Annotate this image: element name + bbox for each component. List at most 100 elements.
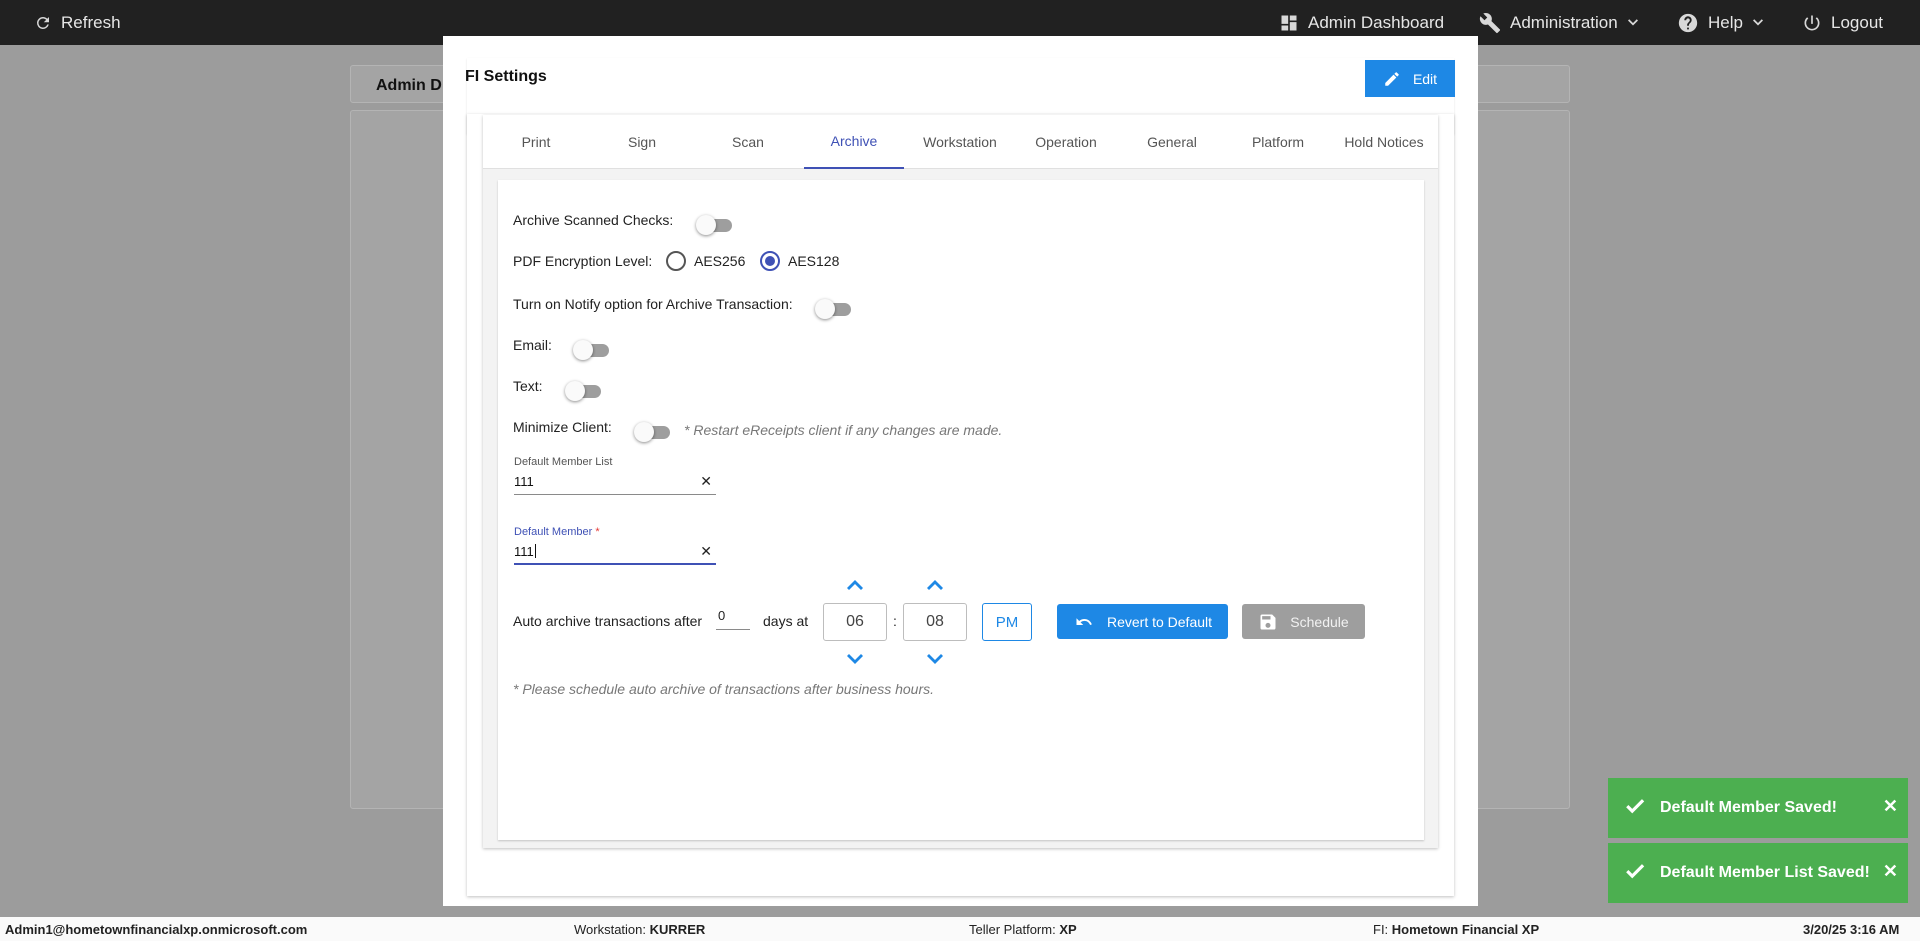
tab-hold-notices[interactable]: Hold Notices [1334, 115, 1434, 169]
hour-increment-button[interactable] [846, 578, 864, 590]
tab-print[interactable]: Print [486, 115, 586, 169]
refresh-button[interactable]: Refresh [34, 0, 121, 45]
status-bar: Admin1@hometownfinancialxp.onmicrosoft.c… [0, 917, 1920, 941]
tab-archive[interactable]: Archive [804, 115, 904, 169]
minute-increment-button[interactable] [926, 578, 944, 590]
chevron-up-icon [927, 580, 943, 590]
power-icon [1804, 15, 1820, 31]
close-icon[interactable]: ✕ [1883, 796, 1898, 817]
schedule-label: Schedule [1290, 613, 1349, 630]
archive-settings-panel [498, 180, 1424, 840]
undo-icon [1076, 617, 1092, 625]
edit-label: Edit [1412, 70, 1438, 87]
help-menu[interactable]: Help [1677, 0, 1764, 45]
tab-general[interactable]: General [1122, 115, 1222, 169]
clear-icon[interactable]: ✕ [700, 473, 712, 490]
tab-workstation[interactable]: Workstation [910, 115, 1010, 169]
help-label: Help [1708, 12, 1743, 32]
background-tab-label: Admin D [376, 77, 442, 94]
notify-label: Turn on Notify option for Archive Transa… [513, 296, 793, 312]
tab-bar: Print Sign Scan Archive Workstation Oper… [483, 115, 1438, 169]
archive-scanned-checks-toggle[interactable] [696, 215, 732, 235]
minute-decrement-button[interactable] [926, 652, 944, 664]
ampm-toggle-button[interactable]: PM [982, 603, 1032, 641]
revert-label: Revert to Default [1106, 613, 1213, 630]
edit-button[interactable]: Edit [1365, 60, 1455, 97]
pdf-encryption-label: PDF Encryption Level: [513, 253, 653, 269]
status-workstation: Workstation: KURRER [574, 922, 705, 937]
aes128-label: AES128 [788, 253, 840, 269]
default-member-list-label: Default Member List [514, 456, 613, 468]
tab-sign[interactable]: Sign [592, 115, 692, 169]
email-label: Email: [513, 337, 552, 353]
dashboard-icon [1281, 15, 1297, 30]
help-icon [1678, 13, 1698, 32]
check-icon [1622, 795, 1648, 822]
tab-operation[interactable]: Operation [1016, 115, 1116, 169]
clear-icon[interactable]: ✕ [700, 543, 712, 560]
required-marker: * [595, 526, 600, 538]
days-value: 0 [718, 608, 726, 623]
check-icon [1622, 860, 1648, 887]
fi-value: Hometown Financial XP [1391, 922, 1540, 937]
days-at-label: days at [763, 613, 809, 629]
workstation-label: Workstation: [574, 922, 647, 937]
text-label: Text: [513, 378, 543, 394]
status-datetime: 3/20/25 3:16 AM [1803, 922, 1900, 937]
chevron-down-icon [927, 654, 943, 664]
time-separator: : [893, 613, 897, 629]
admin-dashboard-label: Admin Dashboard [1308, 12, 1445, 32]
status-user: Admin1@hometownfinancialxp.onmicrosoft.c… [5, 922, 308, 937]
chevron-down-icon [1752, 18, 1763, 25]
notify-toggle[interactable] [815, 299, 851, 319]
close-icon[interactable]: ✕ [1883, 861, 1898, 882]
teller-platform-label: Teller Platform: [969, 922, 1056, 937]
chevron-down-icon [1627, 18, 1638, 25]
aes256-label: AES256 [694, 253, 746, 269]
toast-default-member-saved: Default Member Saved! ✕ [1608, 778, 1908, 838]
minimize-client-toggle[interactable] [634, 422, 670, 442]
toast-message: Default Member List Saved! [1660, 864, 1870, 881]
toast-default-member-list-saved: Default Member List Saved! ✕ [1608, 843, 1908, 903]
days-input[interactable]: 0 [716, 608, 750, 630]
save-icon [1260, 614, 1276, 629]
status-fi: FI: Hometown Financial XP [1373, 922, 1539, 937]
hour-decrement-button[interactable] [846, 652, 864, 664]
default-member-list-value: 111 [514, 474, 534, 489]
email-toggle[interactable] [573, 340, 609, 360]
wrench-icon [1479, 12, 1501, 33]
status-teller-platform: Teller Platform: XP [969, 922, 1077, 937]
tab-platform[interactable]: Platform [1228, 115, 1328, 169]
schedule-note: * Please schedule auto archive of transa… [513, 681, 935, 697]
modal-title: FI Settings [465, 68, 547, 85]
refresh-icon [36, 16, 49, 29]
schedule-button[interactable]: Schedule [1242, 604, 1365, 639]
toast-message: Default Member Saved! [1660, 799, 1837, 816]
logout-button[interactable]: Logout [1802, 0, 1883, 45]
administration-menu[interactable]: Administration [1479, 0, 1639, 45]
aes256-radio[interactable] [666, 251, 686, 271]
default-member-label: Default Member * [514, 526, 600, 538]
default-member-value: 111 [514, 544, 534, 559]
tab-scan[interactable]: Scan [698, 115, 798, 169]
fi-label: FI: [1373, 922, 1389, 937]
auto-archive-label: Auto archive transactions after [513, 613, 703, 629]
revert-to-default-button[interactable]: Revert to Default [1057, 604, 1228, 639]
default-member-list-input[interactable]: 111 ✕ [514, 473, 716, 495]
text-toggle[interactable] [565, 381, 601, 401]
teller-platform-value: XP [1059, 922, 1077, 937]
refresh-label: Refresh [61, 12, 121, 32]
pencil-icon [1385, 71, 1399, 86]
aes128-radio[interactable] [760, 251, 780, 271]
default-member-input[interactable]: 111 ✕ [514, 543, 716, 565]
minimize-client-label: Minimize Client: [513, 419, 612, 435]
workstation-value: KURRER [649, 922, 706, 937]
chevron-up-icon [847, 580, 863, 590]
hour-input[interactable]: 06 [823, 603, 887, 641]
chevron-down-icon [847, 654, 863, 664]
default-member-label-text: Default Member [514, 526, 593, 538]
minute-input[interactable]: 08 [903, 603, 967, 641]
logout-label: Logout [1831, 12, 1883, 32]
administration-label: Administration [1510, 12, 1618, 32]
archive-scanned-checks-label: Archive Scanned Checks: [513, 212, 674, 228]
